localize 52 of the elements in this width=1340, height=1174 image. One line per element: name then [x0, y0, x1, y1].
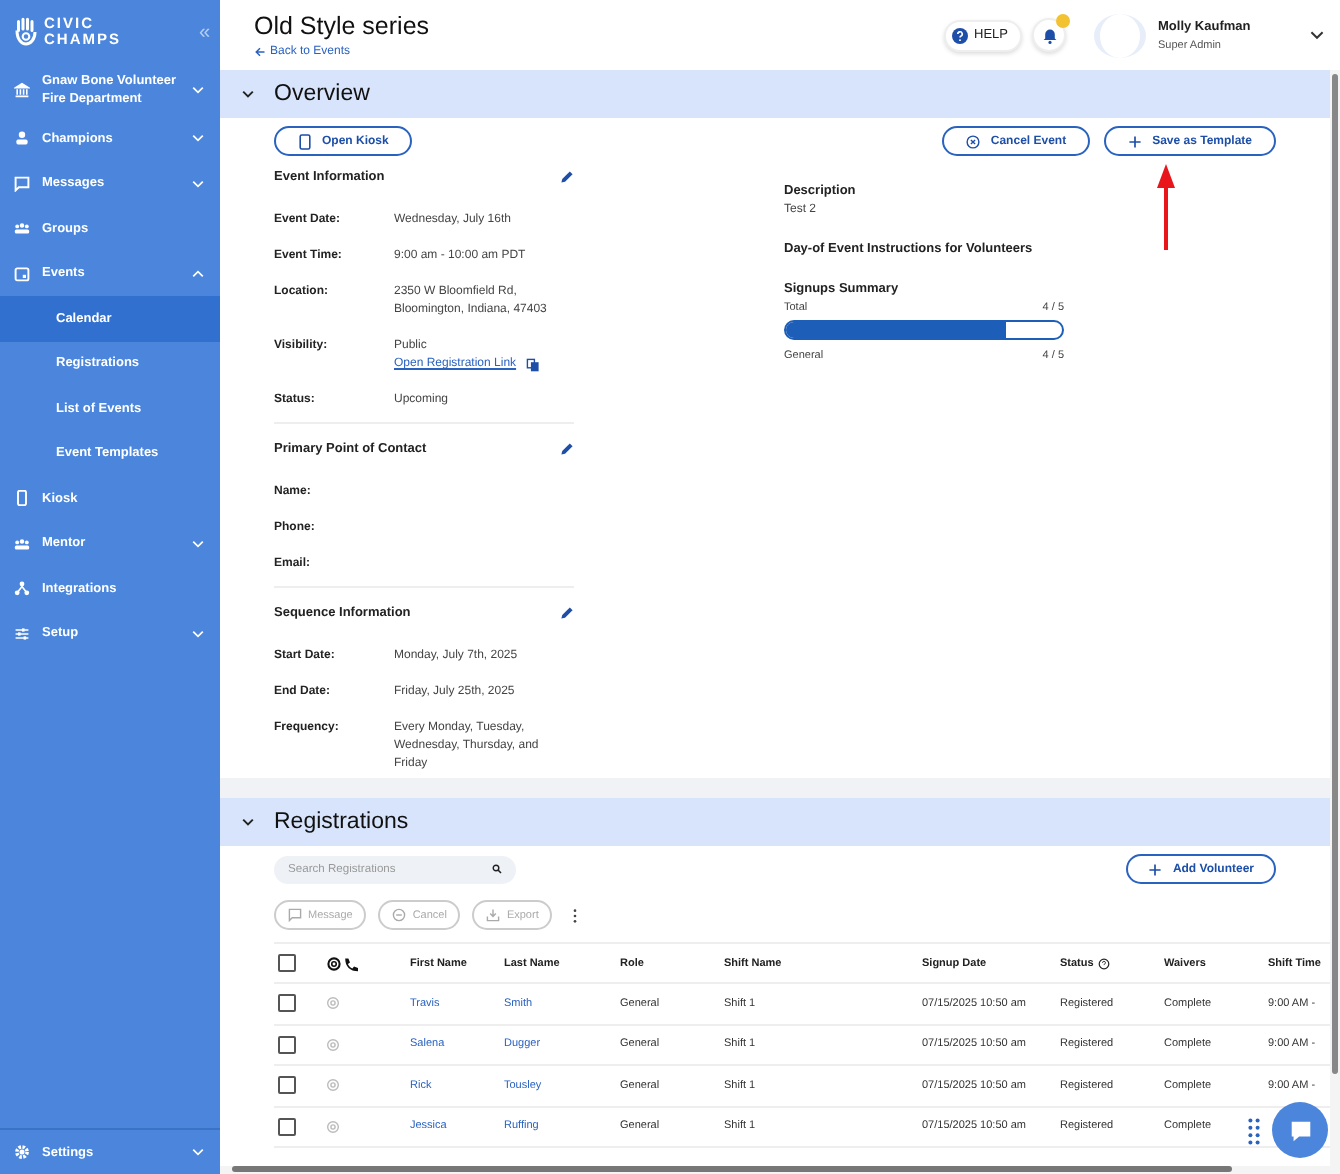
row-checkbox[interactable]: [278, 1035, 296, 1054]
edit-icon[interactable]: [560, 606, 574, 620]
email-icon: [326, 1078, 340, 1093]
bell-icon: [1041, 27, 1057, 43]
settings-icon: [14, 1144, 30, 1160]
section-header[interactable]: Registrations: [220, 798, 1330, 846]
message-icon: [288, 908, 302, 922]
network-icon: [14, 580, 30, 597]
copy-icon[interactable]: [526, 358, 541, 372]
sliders-icon: [14, 625, 30, 642]
phone-icon: [14, 490, 30, 507]
back-arrow-icon: [254, 46, 266, 58]
building-icon: [14, 82, 30, 98]
avatar: [1094, 13, 1146, 57]
chat-icon: [14, 175, 30, 192]
more-icon[interactable]: [572, 907, 579, 923]
email-icon: [326, 996, 340, 1011]
chat-icon: [1287, 1117, 1313, 1143]
minus-circle-icon: [392, 908, 407, 922]
scrollbar[interactable]: [232, 1166, 1232, 1172]
cancel-circle-icon: [966, 133, 981, 149]
people-icon: [14, 220, 30, 237]
row-checkbox[interactable]: [278, 1076, 296, 1095]
row-checkbox[interactable]: [278, 1117, 296, 1136]
help-icon: [952, 27, 969, 43]
download-icon: [486, 908, 501, 922]
edit-icon[interactable]: [560, 442, 574, 456]
search-icon: [492, 864, 502, 874]
people-icon: [14, 535, 30, 552]
drag-handle-icon[interactable]: [1248, 1118, 1260, 1146]
person-icon: [14, 130, 30, 147]
annotation-arrow: [1156, 162, 1176, 254]
page-title: Old Style series: [254, 12, 432, 40]
help-icon: [1097, 957, 1110, 969]
plus-icon: [1128, 133, 1143, 149]
section-title: Overview: [274, 82, 370, 106]
chat-button[interactable]: [1272, 1102, 1328, 1158]
section-header[interactable]: Overview: [220, 70, 1330, 118]
select-all-checkbox[interactable]: [278, 954, 296, 972]
row-checkbox[interactable]: [278, 994, 296, 1013]
edit-icon[interactable]: [560, 170, 574, 184]
section-title: Registrations: [274, 810, 409, 834]
chevron-down-icon[interactable]: [1310, 30, 1324, 40]
email-icon: [326, 1119, 340, 1134]
hand-logo-icon: [14, 16, 38, 48]
notifications-button[interactable]: [1032, 18, 1066, 52]
email-phone-icon: [326, 955, 358, 971]
email-icon: [326, 1037, 340, 1052]
calendar-icon: [14, 265, 30, 282]
tablet-icon: [298, 133, 312, 149]
plus-icon: [1148, 861, 1163, 877]
scrollbar[interactable]: [1332, 74, 1338, 1074]
